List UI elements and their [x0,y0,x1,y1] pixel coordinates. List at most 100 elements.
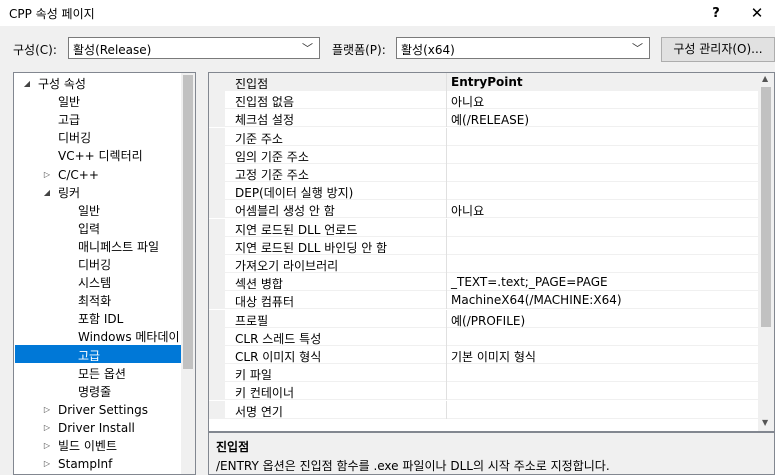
tree-item[interactable]: 빌드 이벤트 [58,437,117,455]
property-value[interactable]: 아니요 [451,93,484,110]
property-value[interactable]: MachineX64(/MACHINE:X64) [451,293,622,307]
property-value[interactable]: 기본 이미지 형식 [451,348,536,365]
tree-item[interactable]: 모든 옵션 [78,365,126,383]
property-row[interactable]: CLR 이미지 형식 기본 이미지 형식 [209,346,758,364]
description-panel: 진입점 /ENTRY 옵션은 진입점 함수를 .exe 파일이나 DLL의 시작… [208,432,775,475]
property-row[interactable]: 가져오기 라이브러리 [209,255,758,273]
category-tree[interactable]: ◢ 구성 속성 일반 고급 디버깅 VC++ 디렉터리 ▷ C/C++ ◢ 링커 일반 입력 매니페스트… [13,72,196,475]
column-divider [446,346,447,364]
column-divider [446,309,447,328]
property-name: 기준 주소 [235,131,283,146]
tree-item[interactable]: StampInf [58,455,112,473]
property-name: CLR 이미지 형식 [235,350,322,364]
property-name: 지연 로드된 DLL 언로드 [235,222,358,237]
tree-expander-icon[interactable]: ▷ [42,441,52,450]
tree-item[interactable]: 일반 [58,93,80,111]
property-row[interactable]: 체크섬 설정 예(/RELEASE) [209,109,758,128]
tree-item[interactable]: 고급 [78,347,100,365]
property-value[interactable]: 예(/PROFILE) [451,312,525,329]
row-gutter [209,382,225,401]
row-gutter [209,364,225,383]
tree-item[interactable]: 매니페스트 파일 [78,238,159,256]
title-bar: CPP 속성 페이지 ? ✕ [0,0,775,26]
property-row[interactable]: 섹션 병합 _TEXT=.text;_PAGE=PAGE [209,273,758,292]
property-row[interactable]: 임의 기준 주소 [209,145,758,164]
tree-item[interactable]: 입력 [78,220,100,238]
tree-item[interactable]: Windows 메타데이 [78,328,180,346]
tree-item[interactable]: 링커 [58,184,80,202]
property-name: 대상 컴퓨터 [235,295,295,310]
tree-expander-icon[interactable]: ▷ [42,170,52,179]
property-value[interactable]: EntryPoint [451,75,523,89]
platform-label: 플랫폼(P): [332,43,386,57]
column-divider [446,327,447,346]
tree-item[interactable]: 최적화 [78,292,111,310]
column-divider [446,236,447,255]
tree-scrollbar[interactable] [181,73,195,474]
description-title: 진입점 [216,440,250,454]
grid-scroll-thumb[interactable] [761,87,771,327]
property-value[interactable]: 아니요 [451,202,484,219]
tree-expander-icon[interactable]: ▷ [42,459,52,468]
platform-select[interactable]: 활성(x64) ﹀ [396,37,650,59]
property-row[interactable]: 대상 컴퓨터 MachineX64(/MACHINE:X64) [209,291,758,310]
property-row[interactable]: 프로필 예(/PROFILE) [209,309,758,329]
property-row[interactable]: 어셈블리 생성 안 함 아니요 [209,200,758,219]
grid-scrollbar[interactable]: ▲ ▼ [758,73,774,431]
row-gutter [209,145,225,164]
property-value[interactable]: 예(/RELEASE) [451,111,529,128]
property-row[interactable]: DEP(데이터 실행 방지) [209,182,758,201]
property-row[interactable]: 키 컨테이너 [209,382,758,401]
tree-item[interactable]: 명령줄 [78,383,111,401]
tree-scroll-thumb[interactable] [183,75,193,369]
config-label: 구성(C): [13,43,57,57]
column-divider [446,291,447,310]
tree-expander-icon[interactable]: ◢ [42,188,52,197]
tree-item[interactable]: 포함 IDL [78,310,123,328]
help-button[interactable]: ? [696,0,736,26]
tree-item[interactable]: Driver Settings [58,401,148,419]
window-title: CPP 속성 페이지 [9,7,95,21]
tree-item[interactable]: 고급 [58,111,80,129]
scroll-up-icon[interactable]: ▲ [762,74,768,83]
scroll-down-icon[interactable]: ▼ [762,418,768,427]
column-divider [446,109,447,128]
tree-item[interactable]: 디버깅 [58,129,91,147]
row-gutter [209,164,225,182]
property-name: 고정 기준 주소 [235,168,309,182]
tree-item[interactable]: 시스템 [78,274,111,292]
close-button[interactable]: ✕ [737,0,775,26]
column-divider [446,200,447,219]
row-gutter [209,109,225,128]
row-gutter [209,182,225,201]
property-row[interactable]: 키 파일 [209,364,758,383]
property-name: 임의 기준 주소 [235,149,309,164]
tree-expander-icon[interactable]: ▷ [42,405,52,414]
row-gutter [209,400,225,419]
tree-item[interactable]: VC++ 디렉터리 [58,147,143,165]
tree-item[interactable]: Driver Install [58,419,135,437]
config-select[interactable]: 활성(Release) ﹀ [68,37,320,59]
property-row[interactable]: 서명 연기 [209,400,758,419]
tree-item[interactable]: 일반 [78,202,100,220]
property-row[interactable]: 지연 로드된 DLL 바인딩 안 함 [209,236,758,255]
tree-item[interactable]: 디버깅 [78,256,111,274]
property-row[interactable]: 지연 로드된 DLL 언로드 [209,218,758,237]
property-row[interactable]: CLR 스레드 특성 [209,327,758,346]
row-gutter [209,73,225,91]
tree-item[interactable]: C/C++ [58,166,99,184]
tree-expander-icon[interactable]: ▷ [42,423,52,432]
tree-expander-icon[interactable]: ◢ [22,79,32,88]
description-text: /ENTRY 옵션은 진입점 함수를 .exe 파일이나 DLL의 시작 주소로… [216,459,610,473]
property-row[interactable]: 고정 기준 주소 [209,164,758,182]
row-gutter [209,291,225,310]
property-grid[interactable]: 진입점 EntryPoint 진입점 없음 아니요 체크섬 설정 예(/RELEASE) 기… [208,72,775,432]
tree-item[interactable]: 구성 속성 [38,75,86,93]
property-row[interactable]: 기준 주소 [209,127,758,146]
property-value[interactable]: _TEXT=.text;_PAGE=PAGE [451,275,608,289]
property-row[interactable]: 진입점 없음 아니요 [209,91,758,110]
config-manager-button[interactable]: 구성 관리자(O)... [661,37,775,62]
property-row[interactable]: 진입점 EntryPoint [209,73,758,91]
property-name: 서명 연기 [235,404,283,419]
row-gutter [209,309,225,328]
